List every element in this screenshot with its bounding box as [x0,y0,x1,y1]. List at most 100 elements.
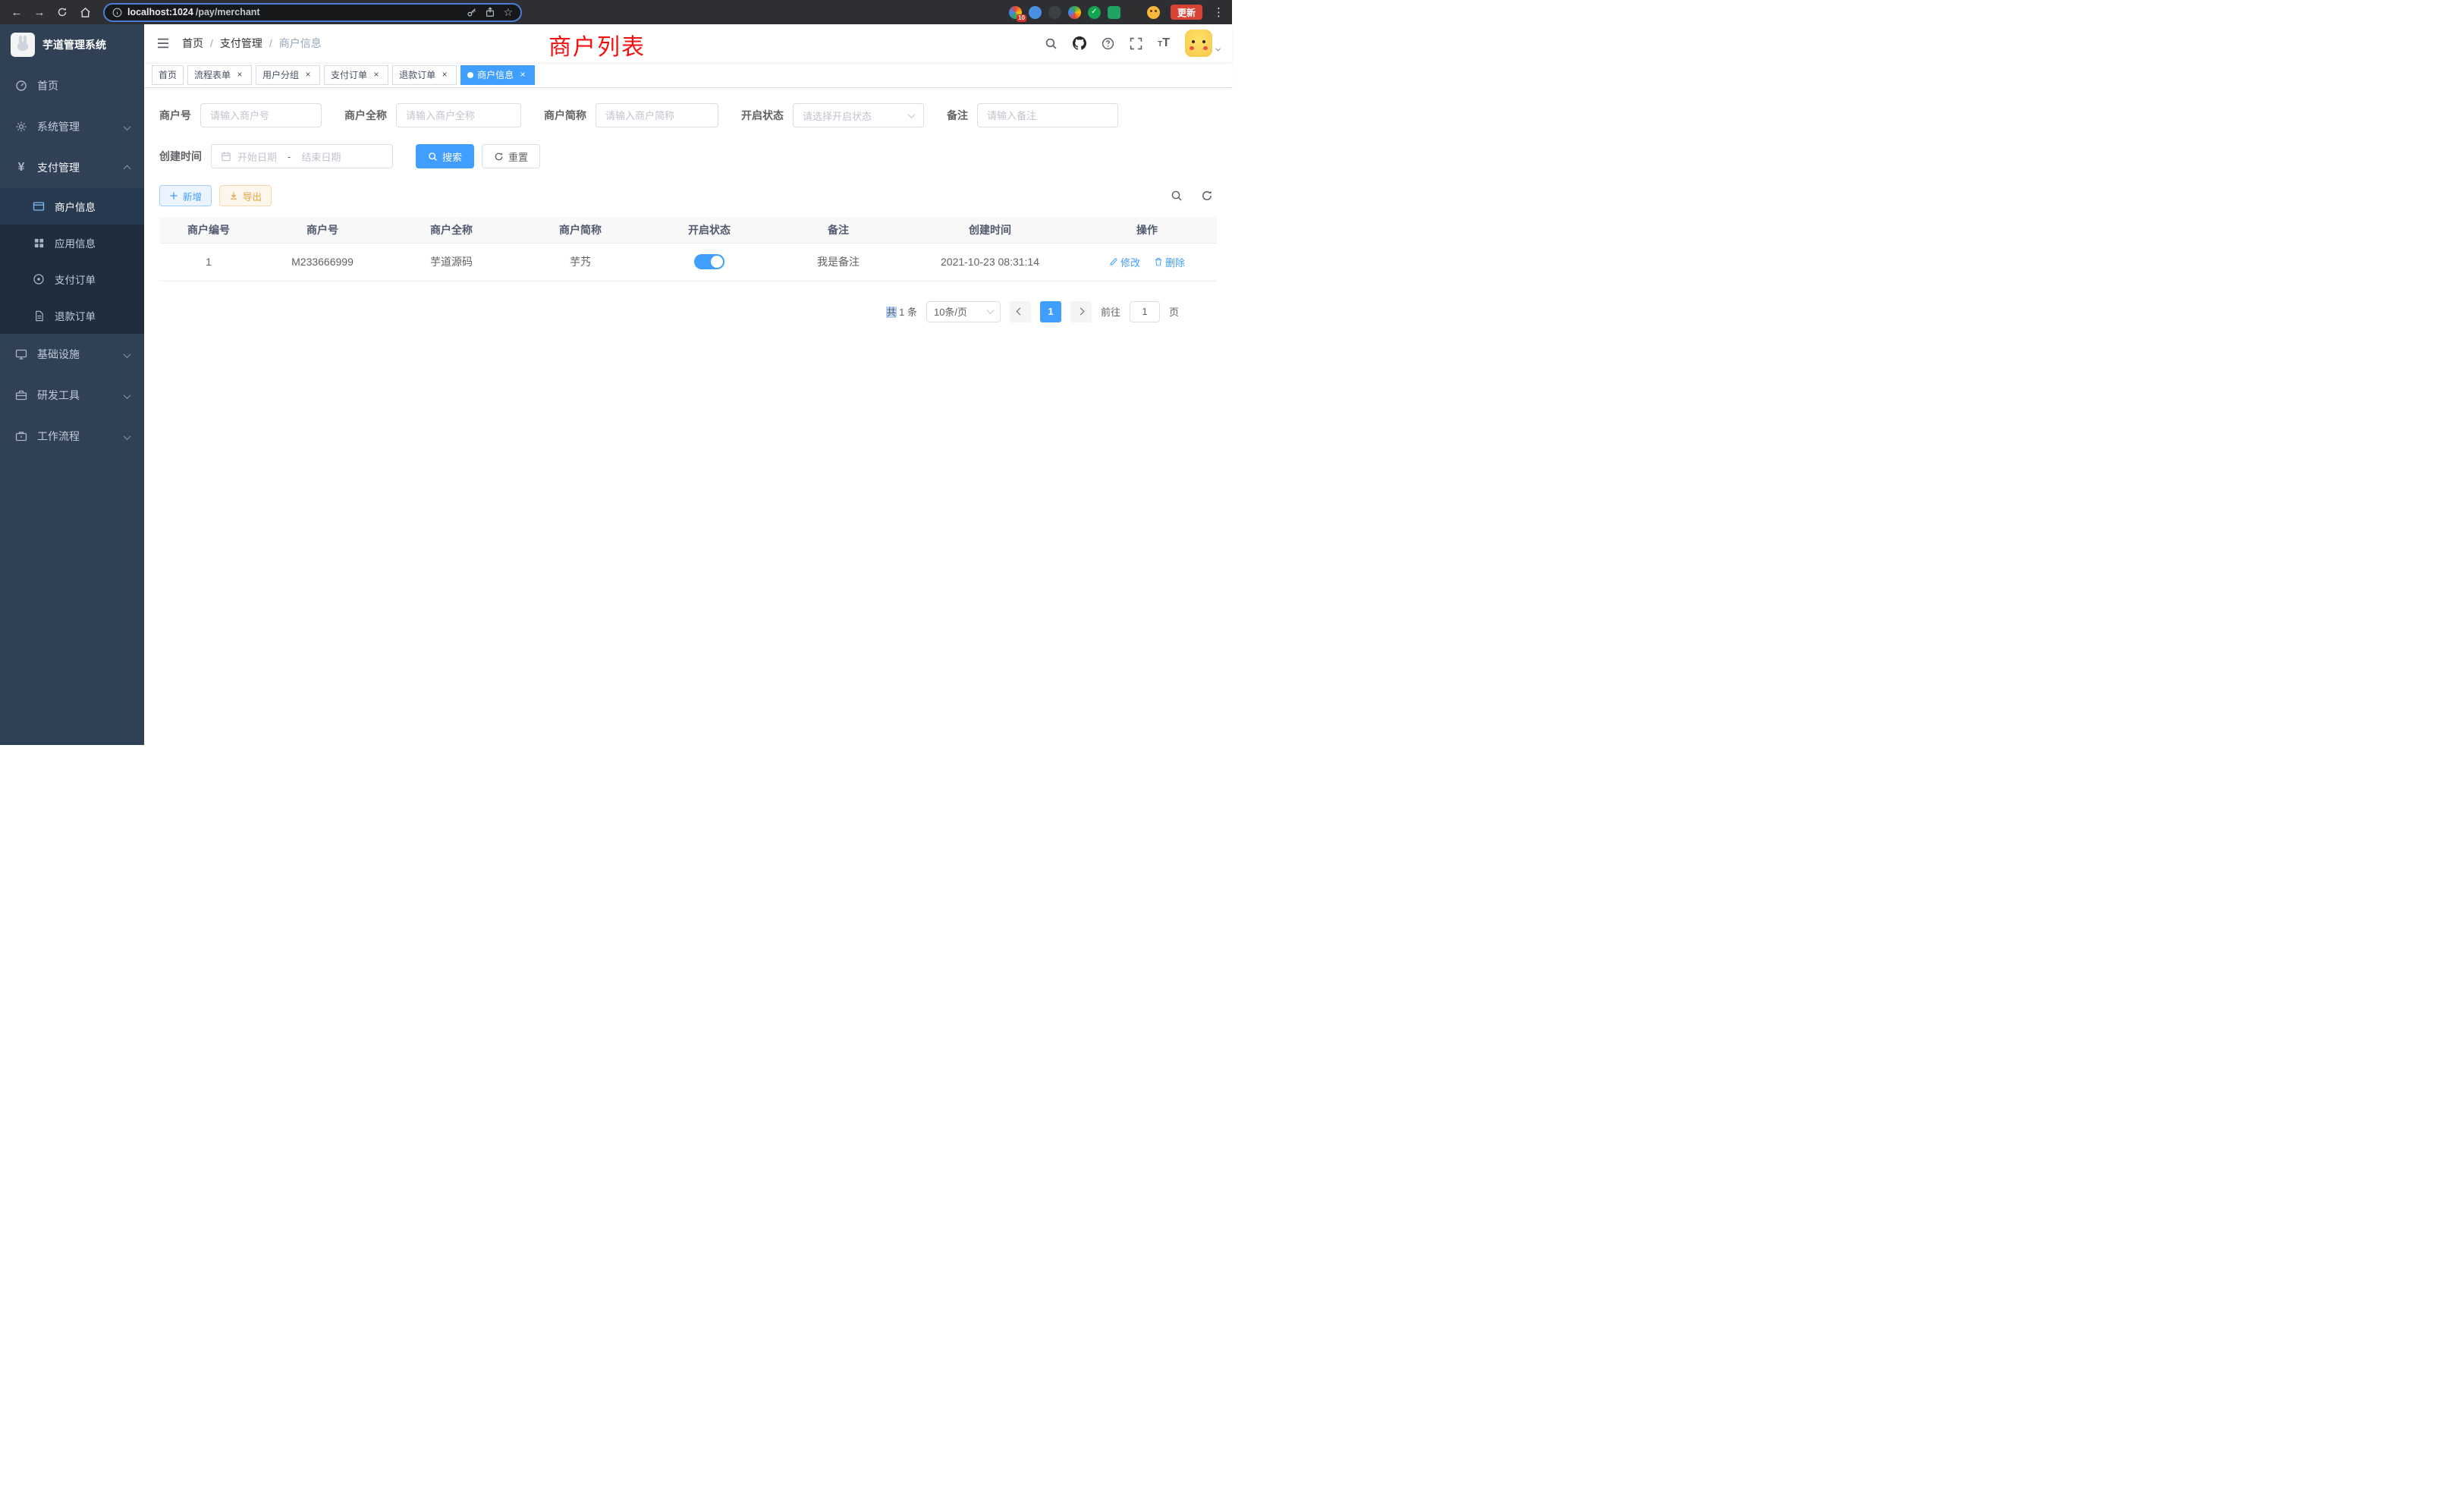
tags-view-bar: 首页 流程表单× 用户分组× 支付订单× 退款订单× 商户信息× [144,62,1232,88]
sidebar-item-refund-order[interactable]: 退款订单 [0,297,144,334]
chevron-down-icon [124,348,130,360]
extension-translate-icon[interactable] [1068,6,1081,19]
app-logo[interactable]: 芋道管理系统 [0,24,144,65]
back-icon[interactable]: ← [8,3,26,21]
goto-page-input[interactable] [1130,301,1160,322]
yen-icon: ¥ [14,161,28,174]
breadcrumb-payment[interactable]: 支付管理 [220,36,262,51]
reload-icon[interactable] [53,3,71,21]
refresh-icon[interactable] [1197,186,1217,206]
browser-menu-icon[interactable]: ⋮ [1213,5,1224,19]
col-full-name: 商户全称 [387,217,516,243]
short-name-input[interactable] [605,110,709,121]
tab-home[interactable]: 首页 [152,65,184,85]
tab-merchant-info[interactable]: 商户信息× [460,65,535,85]
table-toolbar: 新增 导出 [159,185,1217,206]
full-name-input[interactable] [406,110,511,121]
status-toggle[interactable] [694,254,724,269]
close-icon[interactable]: × [439,70,450,80]
remark-input[interactable] [987,110,1108,121]
extension-emoji-icon[interactable] [1147,6,1160,19]
extension-colorwheel-icon[interactable]: 10 [1009,6,1022,19]
sidebar-item-dev-tools[interactable]: 研发工具 [0,375,144,416]
home-icon[interactable] [76,3,94,21]
extension-check-icon[interactable] [1088,6,1101,19]
sidebar-item-system[interactable]: 系统管理 [0,106,144,147]
filter-row-1: 商户号 商户全称 商户简称 [159,103,1217,127]
breadcrumb: 首页 / 支付管理 / 商户信息 [182,36,322,51]
address-bar[interactable]: localhost:1024/pay/merchant ☆ [103,3,522,22]
chevron-down-icon [908,111,916,118]
monitor-icon [14,348,28,360]
browser-update-button[interactable]: 更新 [1171,5,1202,20]
search-icon[interactable] [1045,37,1058,50]
extension-note-icon[interactable] [1108,6,1120,19]
reset-button[interactable]: 重置 [482,144,540,168]
avatar-image [1185,30,1212,57]
short-name-label: 商户简称 [544,108,586,123]
close-icon[interactable]: × [517,70,528,80]
site-info-icon[interactable] [112,8,122,17]
toggle-search-icon[interactable] [1167,186,1186,206]
search-button[interactable]: 搜索 [416,144,474,168]
tab-process-form[interactable]: 流程表单× [187,65,252,85]
add-button[interactable]: 新增 [159,185,212,206]
edit-button[interactable]: 修改 [1109,255,1140,269]
close-icon[interactable]: × [234,70,245,80]
breadcrumb-home[interactable]: 首页 [182,36,203,51]
goto-label: 前往 [1101,304,1120,319]
github-icon[interactable] [1073,36,1086,50]
cell-index: 1 [159,243,258,281]
extension-drop-icon[interactable] [1029,6,1042,19]
extension-monkey-icon[interactable] [1127,6,1140,19]
chevron-down-icon [124,389,130,401]
date-start-placeholder: 开始日期 [237,149,277,164]
merchant-table: 商户编号 商户号 商户全称 商户简称 开启状态 备注 创建时间 操作 1 M23… [159,217,1217,281]
fullscreen-icon[interactable] [1130,37,1142,50]
password-key-icon[interactable] [467,7,477,17]
sidebar-item-workflow[interactable]: 工作流程 [0,416,144,457]
tab-user-group[interactable]: 用户分组× [256,65,320,85]
sidebar: 芋道管理系统 首页 系统管理 ¥ 支付管理 商户信息 [0,24,144,745]
sidebar-item-infrastructure[interactable]: 基础设施 [0,334,144,375]
sidebar-item-pay-order[interactable]: 支付订单 [0,261,144,297]
table-row: 1 M233666999 芋道源码 芋艿 我是备注 2021-10-23 08:… [159,243,1217,281]
extension-badge: 10 [1017,14,1026,22]
chevron-up-icon [124,162,130,174]
cell-short-name: 芋艿 [516,243,645,281]
col-short-name: 商户简称 [516,217,645,243]
page-size-select[interactable]: 10条/页 [926,301,1001,322]
share-icon[interactable] [485,7,495,17]
font-size-icon[interactable]: TT [1158,37,1170,49]
next-page-button[interactable] [1070,301,1092,322]
toolbox-icon [14,389,28,401]
help-icon[interactable] [1102,37,1114,50]
date-range-picker[interactable]: 开始日期 - 结束日期 [211,144,393,168]
app-title: 芋道管理系统 [42,37,106,52]
table-header-row: 商户编号 商户号 商户全称 商户简称 开启状态 备注 创建时间 操作 [159,217,1217,243]
extension-globe-icon[interactable] [1048,6,1061,19]
prev-page-button[interactable] [1010,301,1031,322]
user-avatar[interactable] [1185,30,1220,57]
gear-icon [14,121,28,133]
page-1-button[interactable]: 1 [1040,301,1061,322]
tab-pay-order[interactable]: 支付订单× [324,65,388,85]
delete-button[interactable]: 删除 [1154,255,1185,269]
status-select[interactable]: 请选择开启状态 [793,103,924,127]
remark-label: 备注 [947,108,968,123]
merchant-no-input[interactable] [210,110,312,121]
hamburger-icon[interactable] [156,36,170,50]
sidebar-item-merchant-info[interactable]: 商户信息 [0,188,144,225]
calendar-icon [221,151,231,162]
bookmark-star-icon[interactable]: ☆ [503,6,513,19]
pagination-total: 共 1 条 [886,304,916,319]
close-icon[interactable]: × [303,70,313,80]
sidebar-item-home[interactable]: 首页 [0,65,144,106]
export-button[interactable]: 导出 [219,185,272,206]
tab-refund-order[interactable]: 退款订单× [392,65,457,85]
close-icon[interactable]: × [371,70,382,80]
sidebar-item-app-info[interactable]: 应用信息 [0,225,144,261]
sidebar-item-payment[interactable]: ¥ 支付管理 [0,147,144,188]
col-remark: 备注 [774,217,903,243]
forward-icon[interactable]: → [30,3,49,21]
